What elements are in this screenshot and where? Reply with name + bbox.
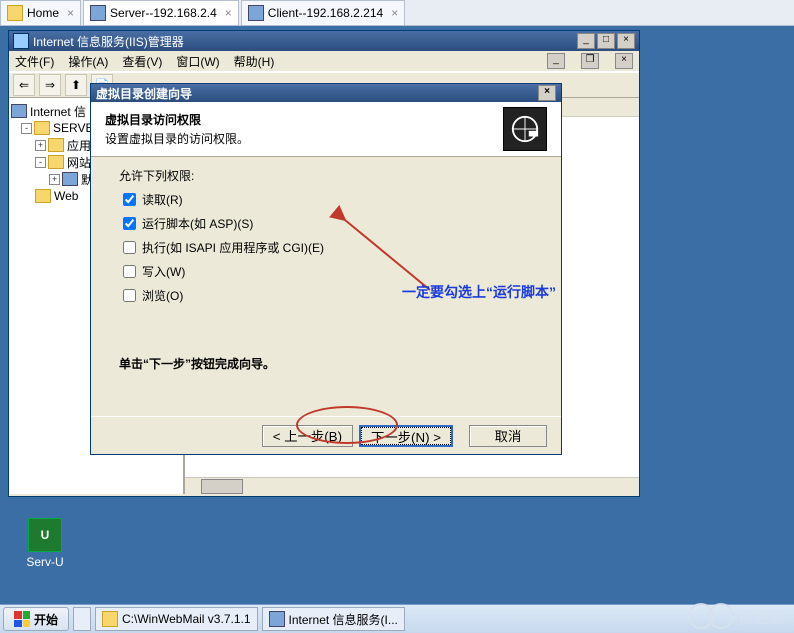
taskbar-item-winwebmail[interactable]: C:\WinWebMail v3.7.1.1 xyxy=(95,607,258,631)
app-icon xyxy=(13,33,29,49)
tab-client[interactable]: Client--192.168.2.214 × xyxy=(241,0,405,25)
taskbar-item-label: C:\WinWebMail v3.7.1.1 xyxy=(122,612,251,626)
up-button[interactable]: ⬆ xyxy=(65,74,87,96)
permissions-label: 允许下列权限: xyxy=(119,167,533,184)
folder-icon xyxy=(102,611,118,627)
close-icon[interactable]: × xyxy=(391,6,398,20)
expand-icon[interactable]: + xyxy=(35,140,46,151)
quicklaunch-separator xyxy=(73,607,91,631)
client-icon xyxy=(248,5,264,21)
start-button[interactable]: 开始 xyxy=(3,607,69,631)
cancel-button[interactable]: 取消 xyxy=(469,425,547,447)
execute-checkbox[interactable] xyxy=(123,241,136,254)
perm-execute-row[interactable]: 执行(如 ISAPI 应用程序或 CGI)(E) xyxy=(119,238,533,257)
globe-icon xyxy=(62,172,78,186)
dialog-close-button[interactable]: × xyxy=(538,85,556,101)
close-icon[interactable]: × xyxy=(225,6,232,20)
wizard-button-row: < 上一步(B) 下一步(N) > 取消 xyxy=(91,416,561,454)
scrollbar-thumb[interactable] xyxy=(201,479,243,494)
back-button[interactable]: < 上一步(B) xyxy=(262,425,353,447)
wizard-heading: 虚拟目录访问权限 xyxy=(105,111,249,128)
browse-label: 浏览(O) xyxy=(142,287,183,304)
perm-read-row[interactable]: 读取(R) xyxy=(119,190,533,209)
expand-icon[interactable]: + xyxy=(49,174,60,185)
folder-icon xyxy=(48,155,64,169)
wizard-finish-text: 单击“下一步”按钮完成向导。 xyxy=(119,355,533,372)
tab-label: Client--192.168.2.214 xyxy=(268,6,383,20)
execute-label: 执行(如 ISAPI 应用程序或 CGI)(E) xyxy=(142,239,324,256)
menu-help[interactable]: 帮助(H) xyxy=(234,53,275,70)
menu-window[interactable]: 窗口(W) xyxy=(176,53,219,70)
run-scripts-checkbox[interactable] xyxy=(123,217,136,230)
dialog-title: 虚拟目录创建向导 xyxy=(96,85,192,102)
taskbar-item-label: Internet 信息服务(I... xyxy=(289,611,398,628)
brand-text: 亿速云 xyxy=(738,604,786,628)
tab-home[interactable]: Home × xyxy=(0,0,81,25)
perm-write-row[interactable]: 写入(W) xyxy=(119,262,533,281)
collapse-icon[interactable]: - xyxy=(35,157,46,168)
next-button[interactable]: 下一步(N) > xyxy=(359,425,453,447)
menu-view[interactable]: 查看(V) xyxy=(122,53,162,70)
home-icon xyxy=(7,5,23,21)
read-label: 读取(R) xyxy=(142,191,183,208)
folder-icon xyxy=(35,189,51,203)
watermark-brand: 亿速云 xyxy=(688,603,786,629)
tab-server[interactable]: Server--192.168.2.4 × xyxy=(83,0,239,25)
taskbar: 开始 C:\WinWebMail v3.7.1.1 Internet 信息服务(… xyxy=(0,604,794,633)
window-titlebar: Internet 信息服务(IIS)管理器 _ □ × xyxy=(9,31,639,51)
horizontal-scrollbar[interactable] xyxy=(185,477,639,494)
read-checkbox[interactable] xyxy=(123,193,136,206)
maximize-button[interactable]: □ xyxy=(597,33,615,49)
annotation-text: 一定要勾选上“运行脚本” xyxy=(402,282,556,302)
virtual-directory-wizard: 虚拟目录创建向导 × 虚拟目录访问权限 设置虚拟目录的访问权限。 允许下列权限:… xyxy=(90,83,562,455)
close-icon[interactable]: × xyxy=(67,6,74,20)
forward-button[interactable]: ⇒ xyxy=(39,74,61,96)
menu-action[interactable]: 操作(A) xyxy=(68,53,108,70)
brand-circle-icon xyxy=(708,603,734,629)
browser-tabstrip: Home × Server--192.168.2.4 × Client--192… xyxy=(0,0,794,26)
menu-file[interactable]: 文件(F) xyxy=(15,53,54,70)
browse-checkbox[interactable] xyxy=(123,289,136,302)
servu-icon: U xyxy=(28,518,62,552)
server-icon xyxy=(34,121,50,135)
wizard-subheading: 设置虚拟目录的访问权限。 xyxy=(105,130,249,147)
mdi-close-button[interactable]: × xyxy=(615,53,633,69)
close-button[interactable]: × xyxy=(617,33,635,49)
mdi-restore-button[interactable]: ❐ xyxy=(581,53,599,69)
write-label: 写入(W) xyxy=(142,263,185,280)
wizard-body: 允许下列权限: 读取(R) 运行脚本(如 ASP)(S) 执行(如 ISAPI … xyxy=(91,157,561,372)
mdi-minimize-button[interactable]: _ xyxy=(547,53,565,69)
menubar: 文件(F) 操作(A) 查看(V) 窗口(W) 帮助(H) _ ❐ × xyxy=(9,51,639,72)
windows-flag-icon xyxy=(14,611,30,627)
folder-icon xyxy=(48,138,64,152)
run-scripts-label: 运行脚本(如 ASP)(S) xyxy=(142,215,253,232)
perm-scripts-row[interactable]: 运行脚本(如 ASP)(S) xyxy=(119,214,533,233)
taskbar-item-iis[interactable]: Internet 信息服务(I... xyxy=(262,607,405,631)
back-button[interactable]: ⇐ xyxy=(13,74,35,96)
tab-label: Server--192.168.2.4 xyxy=(110,6,217,20)
minimize-button[interactable]: _ xyxy=(577,33,595,49)
wizard-banner-icon xyxy=(503,107,547,151)
tab-label: Home xyxy=(27,6,59,20)
write-checkbox[interactable] xyxy=(123,265,136,278)
computer-icon xyxy=(11,104,27,118)
start-label: 开始 xyxy=(34,611,58,628)
window-title: Internet 信息服务(IIS)管理器 xyxy=(33,33,184,50)
collapse-icon[interactable]: - xyxy=(21,123,32,134)
wizard-header: 虚拟目录访问权限 设置虚拟目录的访问权限。 xyxy=(91,102,561,157)
server-icon xyxy=(90,5,106,21)
dialog-titlebar: 虚拟目录创建向导 × xyxy=(91,84,561,102)
iis-icon xyxy=(269,611,285,627)
desktop-icon-label: Serv-U xyxy=(18,555,72,569)
desktop-icon-servu[interactable]: U Serv-U xyxy=(18,518,72,569)
